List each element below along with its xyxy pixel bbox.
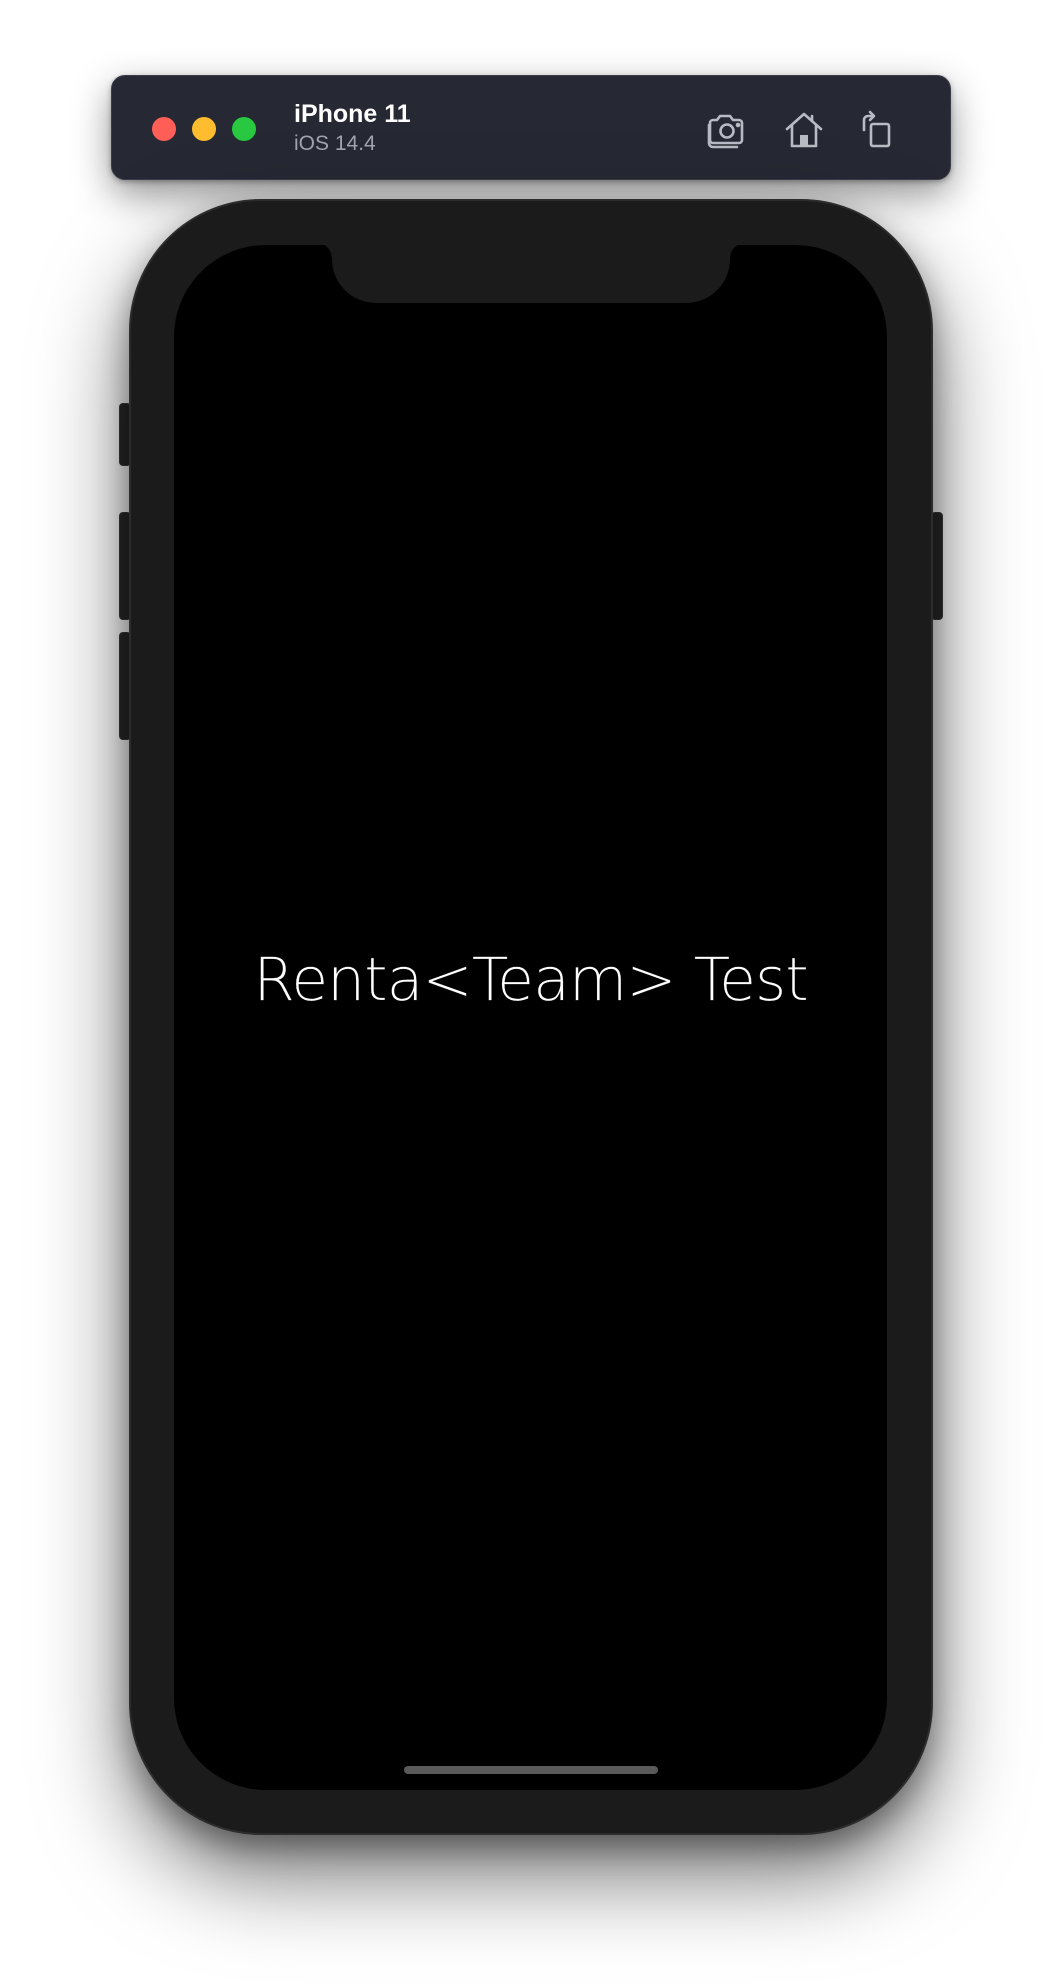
device-screen[interactable]: Renta<Team> Test [174,245,887,1790]
home-indicator[interactable] [404,1766,658,1774]
simulator-titlebar: iPhone 11 iOS 14.4 [111,75,951,180]
screenshot-button[interactable] [702,106,750,154]
zoom-window-button[interactable] [232,117,256,141]
rotate-icon [862,110,891,148]
close-window-button[interactable] [152,117,176,141]
os-version: iOS 14.4 [294,132,376,155]
home-icon [785,112,823,148]
minimize-window-button[interactable] [192,117,216,141]
camera-icon [707,114,744,149]
device-name: iPhone 11 [294,100,411,128]
rotate-button[interactable] [852,106,900,154]
home-button[interactable] [780,106,828,154]
app-title: Renta<Team> Test [253,945,809,1015]
notch [318,245,744,303]
